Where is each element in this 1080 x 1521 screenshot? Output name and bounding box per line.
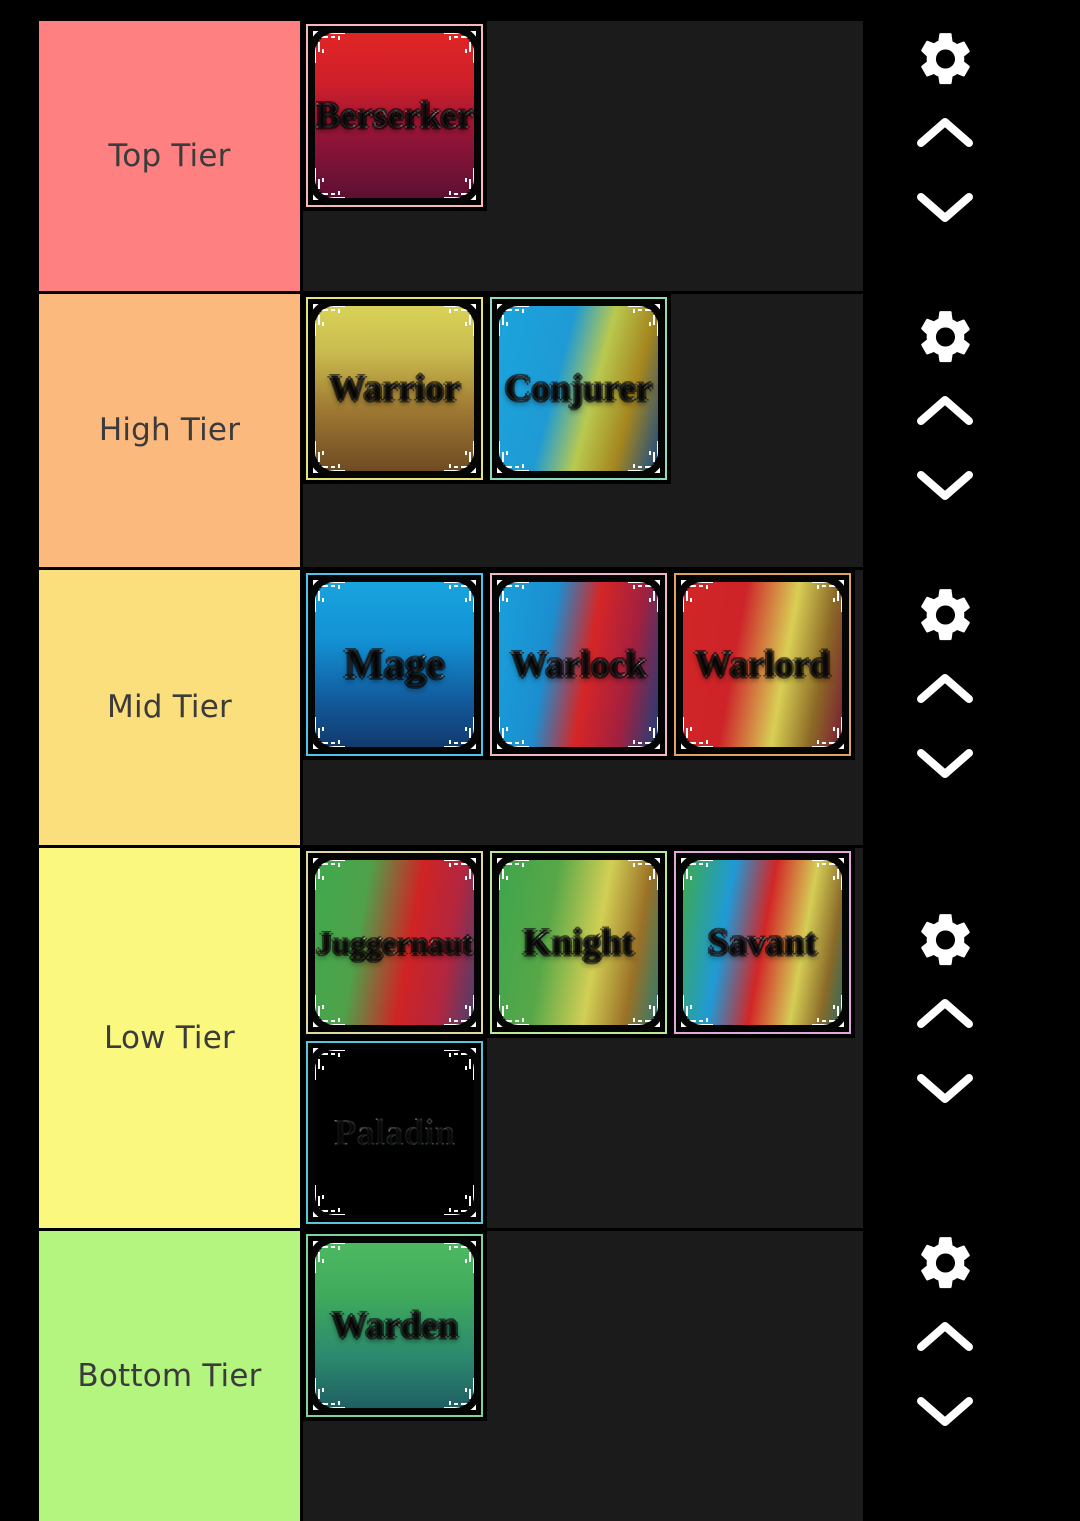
chevron-down-icon[interactable] <box>908 170 982 244</box>
tier-control-group <box>880 903 1010 1125</box>
tier-controls-column <box>880 0 1010 1511</box>
card-name: Savant <box>676 924 849 961</box>
tier-card[interactable]: Warlord <box>671 570 855 760</box>
gear-icon[interactable] <box>908 22 982 96</box>
card-frame: Warlord <box>674 573 851 756</box>
tier-card[interactable]: Berserker <box>303 21 487 211</box>
tier-row: Low Tier Juggernaut Knight Savant Paladin <box>39 848 863 1231</box>
chevron-down-icon[interactable] <box>908 726 982 800</box>
tier-card[interactable]: Juggernaut <box>303 848 487 1038</box>
chevron-up-icon[interactable] <box>908 1300 982 1374</box>
tier-items[interactable]: Mage Warlock Warlord <box>303 570 863 845</box>
tier-label-top-tier[interactable]: Top Tier <box>39 21 303 291</box>
gear-icon[interactable] <box>908 300 982 374</box>
chevron-down-icon[interactable] <box>908 1051 982 1125</box>
chevron-up-icon[interactable] <box>908 96 982 170</box>
tier-row: Top Tier Berserker <box>39 21 863 294</box>
chevron-up-icon[interactable] <box>908 652 982 726</box>
card-frame: Warden <box>306 1234 483 1417</box>
tier-control-group <box>880 1226 1010 1448</box>
tier-card[interactable]: Savant <box>671 848 855 1038</box>
card-frame: Warrior <box>306 297 483 480</box>
tier-row: Mid Tier Mage Warlock Warlord <box>39 570 863 848</box>
card-name: Warden <box>308 1307 481 1344</box>
tier-list-app: Top Tier Berserker High Tier Warrior Conjure… <box>0 0 1080 1521</box>
card-frame: Knight <box>490 851 667 1034</box>
card-name: Conjurer <box>492 370 665 407</box>
tier-label-low-tier[interactable]: Low Tier <box>39 848 303 1228</box>
card-name: Knight <box>492 924 665 961</box>
tier-label-mid-tier[interactable]: Mid Tier <box>39 570 303 845</box>
tier-card[interactable]: Mage <box>303 570 487 760</box>
tier-card[interactable]: Conjurer <box>487 294 671 484</box>
card-frame: Juggernaut <box>306 851 483 1034</box>
tier-items[interactable]: Warden <box>303 1231 863 1521</box>
chevron-down-icon[interactable] <box>908 448 982 522</box>
card-name: Warlord <box>676 646 849 683</box>
gear-icon[interactable] <box>908 903 982 977</box>
card-name: Warlock <box>492 646 665 683</box>
card-frame: Conjurer <box>490 297 667 480</box>
tier-control-group <box>880 22 1010 244</box>
card-name: Mage <box>308 644 481 686</box>
tier-items[interactable]: Berserker <box>303 21 863 291</box>
tier-row: High Tier Warrior Conjurer <box>39 294 863 570</box>
card-name: Berserker <box>308 97 481 134</box>
tier-items[interactable]: Juggernaut Knight Savant Paladin <box>303 848 863 1228</box>
gear-icon[interactable] <box>908 578 982 652</box>
chevron-up-icon[interactable] <box>908 977 982 1051</box>
tier-label-bottom-tier[interactable]: Bottom Tier <box>39 1231 303 1521</box>
tier-control-group <box>880 300 1010 522</box>
card-name: Warrior <box>308 370 481 407</box>
chevron-up-icon[interactable] <box>908 374 982 448</box>
tier-card[interactable]: Warden <box>303 1231 487 1421</box>
card-name: Paladin <box>308 1114 481 1151</box>
card-frame: Mage <box>306 573 483 756</box>
tier-card[interactable]: Warlock <box>487 570 671 760</box>
tier-card[interactable]: Warrior <box>303 294 487 484</box>
card-frame: Paladin <box>306 1041 483 1224</box>
gear-icon[interactable] <box>908 1226 982 1300</box>
card-frame: Warlock <box>490 573 667 756</box>
card-frame: Savant <box>674 851 851 1034</box>
tier-list: Top Tier Berserker High Tier Warrior Conjure… <box>39 21 863 1521</box>
tier-label-high-tier[interactable]: High Tier <box>39 294 303 567</box>
card-name: Juggernaut <box>308 927 481 959</box>
tier-row: Bottom Tier Warden <box>39 1231 863 1521</box>
chevron-down-icon[interactable] <box>908 1374 982 1448</box>
tier-card[interactable]: Paladin <box>303 1038 487 1228</box>
tier-control-group <box>880 578 1010 800</box>
tier-items[interactable]: Warrior Conjurer <box>303 294 863 567</box>
tier-card[interactable]: Knight <box>487 848 671 1038</box>
card-frame: Berserker <box>306 24 483 207</box>
